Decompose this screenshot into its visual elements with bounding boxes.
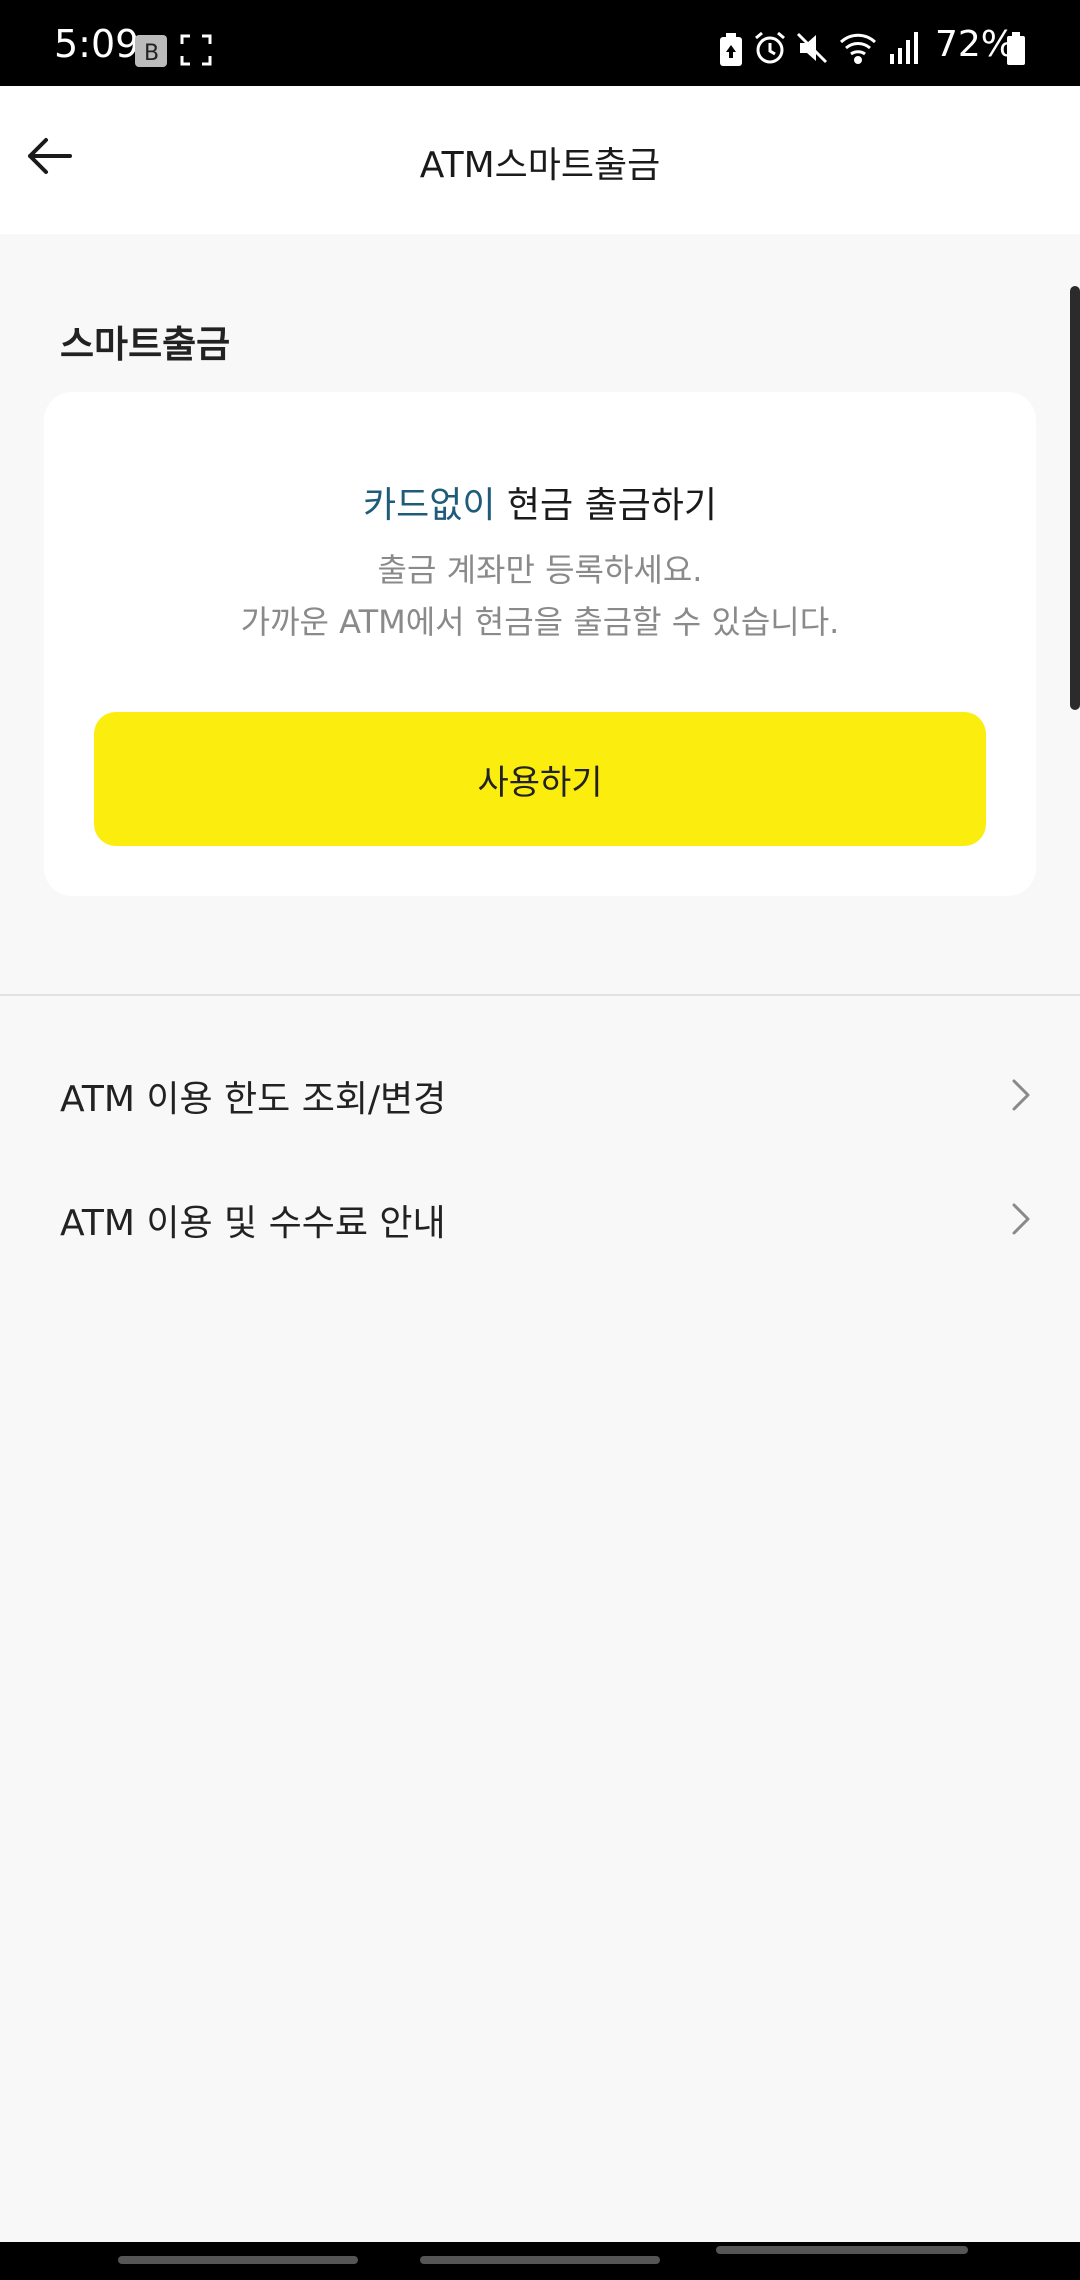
- battery-icon: [1006, 32, 1026, 70]
- page: 5:09 B 72% ATM스마트출금 스마트출금 카드없이 현금 출금하기 출…: [0, 0, 1080, 2280]
- headline-rest: 현금 출금하기: [495, 485, 718, 526]
- status-bar: 5:09 B 72%: [0, 0, 1080, 86]
- menu-item-label: ATM 이용 및 수수료 안내: [60, 1203, 446, 1244]
- mute-icon: [794, 30, 830, 70]
- chevron-right-icon: [1012, 1079, 1030, 1111]
- nav-handle-left[interactable]: [118, 2256, 358, 2264]
- menu-item-label: ATM 이용 한도 조회/변경: [60, 1079, 447, 1120]
- menu-item-atm-fee-info[interactable]: ATM 이용 및 수수료 안내: [0, 1158, 1080, 1278]
- smart-withdrawal-card: 카드없이 현금 출금하기 출금 계좌만 등록하세요. 가까운 ATM에서 현금을…: [44, 392, 1036, 896]
- page-title: ATM스마트출금: [419, 145, 661, 186]
- card-desc-line2: 가까운 ATM에서 현금을 출금할 수 있습니다.: [240, 603, 840, 641]
- battery-percent: 72%: [935, 24, 1016, 65]
- headline-accent: 카드없이: [362, 485, 496, 526]
- use-button[interactable]: 사용하기: [94, 712, 986, 846]
- status-time: 5:09: [54, 22, 140, 66]
- alarm-icon: [752, 30, 788, 70]
- signal-icon: [888, 30, 922, 70]
- divider: [0, 994, 1080, 996]
- screenshot-icon: [180, 34, 212, 70]
- card-desc-line1: 출금 계좌만 등록하세요.: [377, 551, 703, 589]
- svg-text:B: B: [144, 41, 159, 66]
- scrollbar[interactable]: [1070, 286, 1080, 710]
- nav-handle-right[interactable]: [716, 2246, 968, 2254]
- chevron-right-icon: [1012, 1203, 1030, 1235]
- card-description: 출금 계좌만 등록하세요. 가까운 ATM에서 현금을 출금할 수 있습니다.: [44, 544, 1036, 648]
- battery-saver-icon: [718, 32, 744, 72]
- menu-item-atm-limit[interactable]: ATM 이용 한도 조회/변경: [0, 1034, 1080, 1154]
- wifi-icon: [838, 30, 878, 70]
- system-nav-bar: [0, 2242, 1080, 2280]
- app-header: ATM스마트출금: [0, 86, 1080, 234]
- nav-handle-center[interactable]: [420, 2256, 660, 2264]
- card-headline: 카드없이 현금 출금하기: [44, 476, 1036, 528]
- section-title: 스마트출금: [60, 323, 231, 366]
- b-app-icon: B: [134, 34, 168, 72]
